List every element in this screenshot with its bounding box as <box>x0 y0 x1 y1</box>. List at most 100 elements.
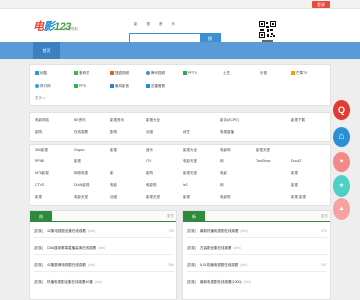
site-link[interactable]: 电影院 <box>146 183 157 188</box>
list-item[interactable]: [剧集] IL01热播电视剧在线观看 (4m) 197 <box>187 262 327 268</box>
quicklink-item[interactable]: 风行网 <box>35 84 51 89</box>
quicklink-item[interactable]: 爱奇艺 <box>74 71 90 76</box>
list-item[interactable]: [剧集] 42集剧情电视剧在线观看 (4m) 396 <box>34 262 174 268</box>
site-link[interactable]: 电影院 <box>220 195 231 200</box>
site-link[interactable]: 影视 <box>291 171 298 176</box>
site-link[interactable]: 电影天堂 <box>183 159 197 164</box>
quicklink-item[interactable]: 迅雷看看 <box>146 84 165 89</box>
pink-float-icon[interactable]: ♥ <box>333 152 350 172</box>
site-icon <box>35 71 39 76</box>
category-link[interactable]: 影院 <box>35 130 42 135</box>
quicklink-item[interactable]: 腾讯视频 <box>146 71 165 76</box>
site-link[interactable]: 影视天堂 <box>146 195 160 200</box>
site-link[interactable]: DIAN影视 <box>74 183 89 188</box>
site-link[interactable]: M78影视 <box>35 171 49 176</box>
item-title[interactable]: 最新电视剧在线观看(1000) <box>200 280 242 284</box>
site-link[interactable]: 影视天堂 <box>256 148 270 153</box>
cyan-float-icon[interactable]: ★ <box>333 175 350 197</box>
category-link[interactable]: 影视大全 <box>146 118 160 123</box>
item-title[interactable]: 42集电视剧全集在线观看 <box>47 229 86 233</box>
left-section-tab[interactable]: 热 <box>30 211 52 222</box>
search-tab-2[interactable]: 视 <box>147 22 151 27</box>
category-link[interactable]: 剧场 <box>110 130 117 135</box>
item-title[interactable]: 最新热播电视剧在线观看 <box>200 229 239 233</box>
category-link[interactable]: 影评(ACPE) <box>220 118 239 123</box>
site-link[interactable]: 网 <box>220 183 224 188</box>
site-link[interactable]: Doo42 <box>291 159 301 163</box>
site-link[interactable]: 电影网 <box>220 148 231 153</box>
site-link[interactable]: 影院 <box>146 171 153 176</box>
category-link[interactable]: 电视直播 <box>220 130 234 135</box>
site-link[interactable]: ITV <box>146 159 151 163</box>
site-link[interactable]: Goyoo <box>74 148 84 152</box>
category-link[interactable]: 电影网站 <box>35 118 49 123</box>
item-title[interactable]: CBA篮球赛事直播高清在线观看 <box>47 246 96 250</box>
site-link[interactable]: 影视 <box>110 148 117 153</box>
site-link[interactable]: 360影视 <box>35 148 48 153</box>
category-link[interactable]: BE资讯 <box>74 118 86 123</box>
site-link[interactable]: 电影 <box>220 171 227 176</box>
quicklink-item[interactable]: 搜狐视频 <box>110 71 129 76</box>
row-divider <box>187 271 327 272</box>
home-float-icon[interactable]: ⌂ <box>333 127 350 147</box>
more-link[interactable]: 更多>> <box>35 96 46 101</box>
site-icon <box>291 71 295 76</box>
item-title[interactable]: 42集剧情电视剧在线观看 <box>47 263 86 267</box>
category-link[interactable]: 动漫 <box>146 130 153 135</box>
peach-float-icon[interactable]: ▲ <box>333 198 350 220</box>
quicklink-item[interactable]: PPTV <box>183 71 198 76</box>
site-link[interactable]: 影视天堂 <box>183 171 197 176</box>
search-tab-4[interactable]: 乐 <box>172 22 176 27</box>
site-link[interactable]: 电影天堂 <box>74 195 88 200</box>
site-link[interactable]: 影视 影视 <box>291 195 306 200</box>
site-link[interactable]: 影视 <box>291 183 298 188</box>
site-link[interactable]: 音乐 <box>146 148 153 153</box>
site-link[interactable]: le2 <box>183 183 188 187</box>
site-link[interactable]: 影视 <box>35 195 42 200</box>
search-float-icon[interactable]: Q <box>333 100 350 120</box>
login-button[interactable]: 登录 <box>312 1 330 8</box>
right-more-link[interactable]: 更多 <box>321 214 328 219</box>
quicklink-label: 芒果TV <box>296 71 308 75</box>
quicklink-item[interactable]: 优酷 <box>35 71 47 76</box>
quicklink-label: PPTV <box>188 71 198 75</box>
list-item[interactable]: [剧集] 42集电视剧全集在线观看 (4m) 796 <box>34 228 174 234</box>
site-link[interactable]: 影视大全 <box>183 148 197 153</box>
site-link[interactable]: 影视 <box>183 195 190 200</box>
quicklink-item[interactable]: 土豆 <box>223 71 230 76</box>
quicklink-item[interactable]: 芒果TV <box>291 71 307 76</box>
search-tab-1[interactable]: 影 <box>134 22 138 27</box>
quicklink-item[interactable]: PPS <box>74 84 86 89</box>
list-item[interactable]: [剧集] 最新电视剧在线观看(1000) (4m) <box>187 279 327 285</box>
category-link[interactable]: 影视资讯 <box>110 118 124 123</box>
list-item[interactable]: [剧集] CBA篮球赛事直播高清在线观看 (4m) <box>34 245 174 251</box>
category-link[interactable]: 综艺 <box>183 130 190 135</box>
list-item[interactable]: [剧集] 古装剧全集在线观看 (4m) <box>187 245 327 251</box>
site-link[interactable]: 网 <box>220 159 224 164</box>
list-item[interactable]: [剧集] 最新热播电视剧在线观看 (4m) 376 <box>187 228 327 234</box>
right-section-tab[interactable]: 新 <box>183 211 205 222</box>
site-link[interactable]: 网络电视 <box>74 171 88 176</box>
nav-home[interactable]: 首页 <box>33 42 60 59</box>
item-title[interactable]: IL01热播电视剧在线观看 <box>200 263 238 267</box>
search-tab-3[interactable]: 音 <box>159 22 163 27</box>
row-divider <box>34 237 174 238</box>
list-item[interactable]: [剧集] 热播电视剧全集在线观看40集 (4m) <box>34 279 174 285</box>
category-link[interactable]: 在线观看 <box>74 130 88 135</box>
site-link[interactable]: 影 <box>110 171 114 176</box>
site-link[interactable]: TaoShow <box>256 159 270 163</box>
left-more-link[interactable]: 更多 <box>167 214 174 219</box>
search-tabs: 影 视 音 乐 <box>134 22 175 27</box>
site-link[interactable]: 动漫 <box>110 195 117 200</box>
quicklink-item[interactable]: 暴风影音 <box>110 84 129 89</box>
site-link[interactable]: RPIBI <box>35 159 44 163</box>
item-title[interactable]: 热播电视剧全集在线观看40集 <box>47 280 93 284</box>
site-link[interactable]: 电影 <box>110 183 117 188</box>
category-link[interactable]: 影视下载 <box>291 118 305 123</box>
site-link[interactable]: 影视 <box>74 159 81 164</box>
quicklink-label: 优酷 <box>40 71 47 75</box>
item-tag: [剧集] <box>34 229 43 233</box>
item-title[interactable]: 古装剧全集在线观看 <box>200 246 232 250</box>
site-link[interactable]: CTVS <box>35 183 44 187</box>
quicklink-item[interactable]: 乐视 <box>260 71 267 76</box>
